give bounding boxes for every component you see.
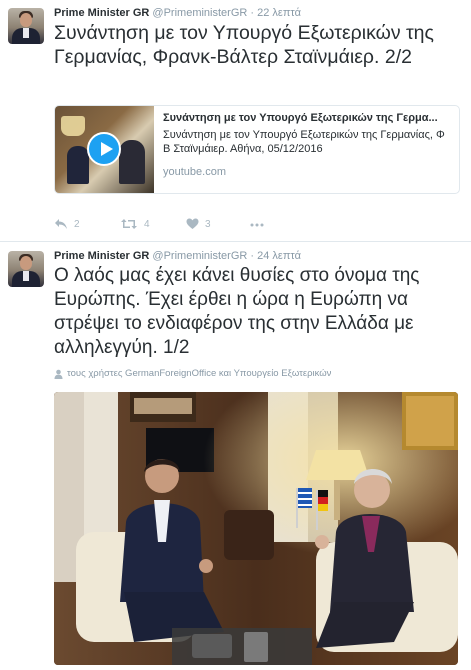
tagged-users[interactable]: τους χρήστες GermanForeignOffice και Υπο… <box>54 368 331 379</box>
reply-button[interactable]: 2 <box>54 218 80 230</box>
author-name[interactable]: Prime Minister GR <box>54 250 149 262</box>
retweet-button[interactable]: 4 <box>120 218 150 230</box>
avatar[interactable] <box>8 251 44 287</box>
tweet-1[interactable]: Prime Minister GR @PrimeministerGR · 22 … <box>0 0 471 242</box>
timestamp[interactable]: 22 λεπτά <box>257 7 301 19</box>
retweet-icon <box>121 219 137 229</box>
tweet-text: Συνάντηση με τον Υπουργό Εξωτερικών της … <box>54 22 434 68</box>
tagged-users-text[interactable]: τους χρήστες GermanForeignOffice και Υπο… <box>67 368 331 379</box>
more-button[interactable] <box>250 223 264 227</box>
video-thumbnail[interactable] <box>55 106 154 193</box>
photo-image <box>54 392 458 665</box>
timestamp[interactable]: 24 λεπτά <box>257 250 301 262</box>
play-icon[interactable] <box>87 132 121 166</box>
separator: · <box>250 7 255 19</box>
retweet-count: 4 <box>144 218 150 230</box>
card-title[interactable]: Συνάντηση με τον Υπουργό Εξωτερικών της … <box>163 112 453 124</box>
separator: · <box>250 250 255 262</box>
author-name[interactable]: Prime Minister GR <box>54 7 149 19</box>
author-handle[interactable]: @PrimeministerGR <box>152 250 247 262</box>
reply-icon <box>55 219 67 229</box>
tweet-photo[interactable] <box>54 392 458 665</box>
tweet-2[interactable]: Prime Minister GR @PrimeministerGR · 24 … <box>0 242 471 670</box>
card-description: Συνάντηση με τον Υπουργό Εξωτερικών της … <box>163 129 445 155</box>
person-icon <box>54 369 63 379</box>
author-handle[interactable]: @PrimeministerGR <box>152 7 247 19</box>
like-button[interactable]: 3 <box>186 218 211 230</box>
reply-count: 2 <box>74 218 80 230</box>
card-domain: youtube.com <box>163 166 226 178</box>
tweet-text: Ο λαός μας έχει κάνει θυσίες στο όνομα τ… <box>54 265 420 358</box>
heart-icon <box>186 218 199 229</box>
tweet-header: Prime Minister GR @PrimeministerGR · 24 … <box>54 250 301 262</box>
avatar[interactable] <box>8 8 44 44</box>
like-count: 3 <box>205 218 211 230</box>
link-card[interactable]: Συνάντηση με τον Υπουργό Εξωτερικών της … <box>54 105 460 194</box>
more-icon <box>250 223 264 227</box>
tweet-header: Prime Minister GR @PrimeministerGR · 22 … <box>54 7 301 19</box>
